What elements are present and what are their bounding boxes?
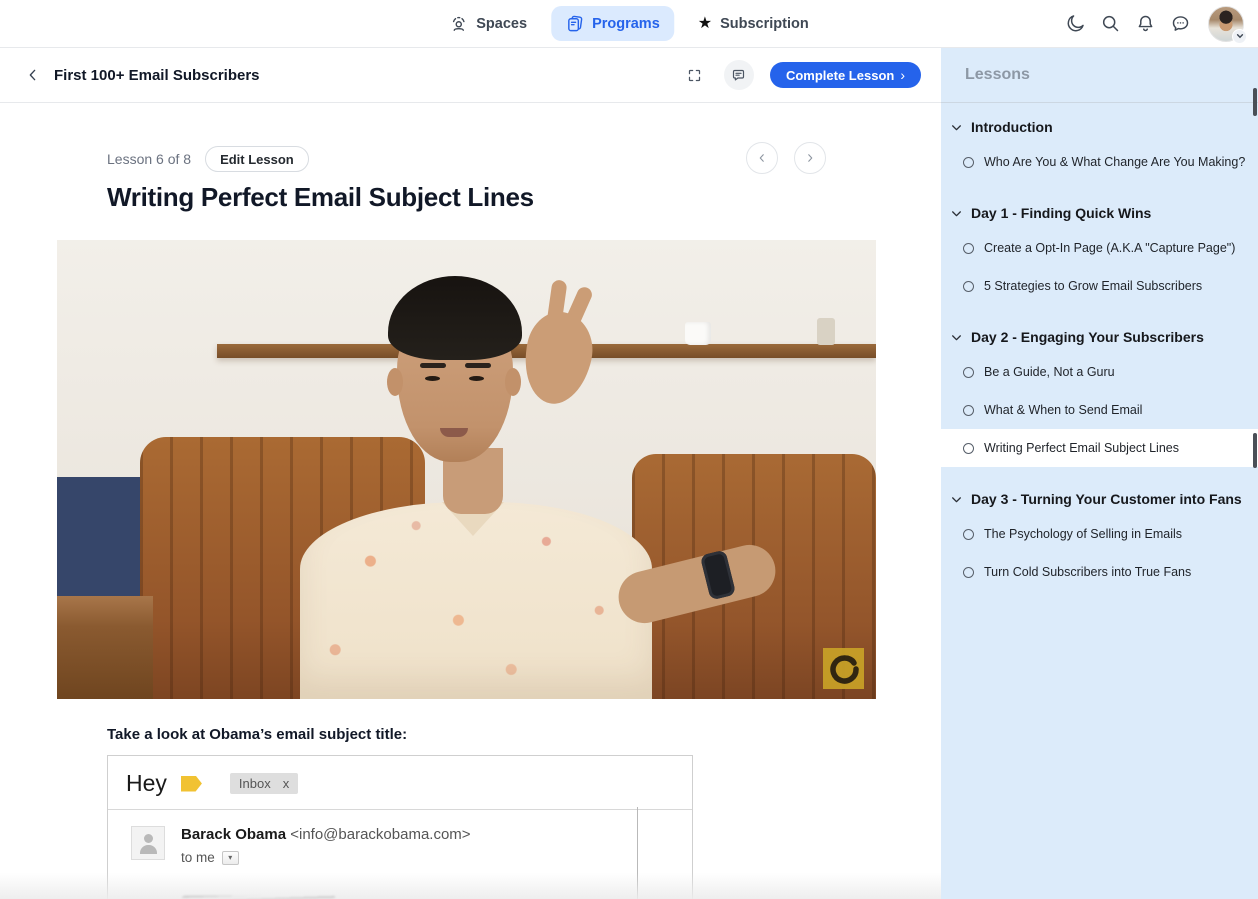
lesson-status-icon <box>963 156 974 168</box>
section-title: Day 3 - Turning Your Customer into Fans <box>971 491 1242 507</box>
sender-email: <info@barackobama.com> <box>290 826 471 843</box>
lesson-pager <box>746 142 826 174</box>
lesson-status-icon <box>963 366 974 378</box>
lesson-item[interactable]: Turn Cold Subscribers into True Fans <box>941 553 1258 591</box>
lesson-section: Day 3 - Turning Your Customer into Fans T… <box>941 483 1258 591</box>
watermark-logo <box>823 648 864 689</box>
chevron-right-icon: › <box>900 67 905 83</box>
scrollbar-thumb[interactable] <box>1253 433 1257 468</box>
section-toggle[interactable]: Day 1 - Finding Quick Wins <box>941 197 1258 229</box>
lesson-status-icon <box>963 404 974 416</box>
lesson-section: Day 1 - Finding Quick Wins Create a Opt-I… <box>941 197 1258 305</box>
lessons-sidebar: Lessons Introduction Who Are You & What C… <box>941 48 1258 899</box>
lesson-content: Lesson 6 of 8 Edit Lesson Writing Perfec… <box>0 103 941 899</box>
lesson-item[interactable]: The Psychology of Selling in Emails <box>941 515 1258 553</box>
course-title: First 100+ Email Subscribers <box>54 66 260 84</box>
lesson-header-bar: First 100+ Email Subscribers Complete Le… <box>0 48 941 103</box>
label-tag-icon <box>180 775 202 792</box>
lesson-item-label: The Psychology of Selling in Emails <box>984 527 1183 541</box>
next-lesson-button[interactable] <box>794 142 826 174</box>
nav-tab-spaces[interactable]: Spaces <box>435 6 541 41</box>
course-lesson-page: { "nav": { "spaces": "Spaces", "programs… <box>0 0 1258 899</box>
lesson-item[interactable]: What & When to Send Email <box>941 391 1258 429</box>
nav-tab-subscription-label: Subscription <box>720 15 809 32</box>
back-icon[interactable] <box>20 62 46 88</box>
lessons-title: Lessons <box>965 66 1030 83</box>
lesson-video[interactable] <box>57 240 876 699</box>
lesson-item-label: Writing Perfect Email Subject Lines <box>984 441 1179 455</box>
lesson-body-heading: Take a look at Obama’s email subject tit… <box>107 726 408 743</box>
edit-lesson-button[interactable]: Edit Lesson <box>205 146 309 172</box>
lessons-list: Introduction Who Are You & What Change Ar… <box>941 103 1258 591</box>
email-subject: Hey <box>126 770 167 796</box>
details-dropdown-icon[interactable]: ▾ <box>221 850 239 865</box>
section-toggle[interactable]: Day 3 - Turning Your Customer into Fans <box>941 483 1258 515</box>
comment-icon[interactable] <box>723 60 754 90</box>
chevron-down-icon <box>952 334 961 340</box>
lesson-item-label: Who Are You & What Change Are You Making… <box>984 155 1246 169</box>
lesson-item[interactable]: Who Are You & What Change Are You Making… <box>941 143 1258 181</box>
nav-tabs: Spaces Programs ★ Subscription <box>435 6 822 41</box>
section-toggle[interactable]: Introduction <box>941 111 1258 143</box>
section-toggle[interactable]: Day 2 - Engaging Your Subscribers <box>941 321 1258 353</box>
scrollbar-thumb[interactable] <box>1253 88 1257 116</box>
complete-lesson-button[interactable]: Complete Lesson › <box>769 62 921 88</box>
section-title: Day 2 - Engaging Your Subscribers <box>971 329 1204 345</box>
chevron-down-icon <box>952 496 961 502</box>
sender-name: Barack Obama <box>181 826 287 843</box>
lesson-status-icon <box>963 242 974 254</box>
lesson-title: Writing Perfect Email Subject Lines <box>107 182 534 212</box>
lesson-status-icon <box>963 566 974 578</box>
section-title: Introduction <box>971 119 1053 135</box>
top-nav: Spaces Programs ★ Subscription <box>0 0 1258 48</box>
inbox-close: x <box>282 776 290 791</box>
lesson-status-icon <box>963 280 974 292</box>
lesson-item-label: What & When to Send Email <box>984 403 1143 417</box>
nav-tab-subscription[interactable]: ★ Subscription <box>684 8 823 40</box>
programs-icon <box>565 14 584 33</box>
lesson-item[interactable]: Create a Opt-In Page (A.K.A "Capture Pag… <box>941 229 1258 267</box>
user-menu[interactable] <box>1208 5 1247 44</box>
email-screenshot: Hey Inbox x Barack Obama <info@barackobam… <box>107 755 693 899</box>
chevron-down-icon <box>952 124 961 130</box>
fullscreen-icon[interactable] <box>682 62 708 88</box>
lesson-item[interactable]: Writing Perfect Email Subject Lines <box>941 429 1258 467</box>
lesson-item-label: 5 Strategies to Grow Email Subscribers <box>984 279 1203 293</box>
nav-tab-spaces-label: Spaces <box>476 15 528 32</box>
lesson-item-label: Turn Cold Subscribers into True Fans <box>984 565 1192 579</box>
lesson-status-icon <box>963 528 974 540</box>
to-line: to me <box>181 850 215 865</box>
lesson-item[interactable]: 5 Strategies to Grow Email Subscribers <box>941 267 1258 305</box>
chevron-down-icon <box>952 210 961 216</box>
lesson-item[interactable]: Be a Guide, Not a Guru <box>941 353 1258 391</box>
lesson-section: Day 2 - Engaging Your Subscribers Be a Gu… <box>941 321 1258 467</box>
lesson-progress: Lesson 6 of 8 <box>107 151 192 167</box>
chevron-down-icon <box>1232 28 1247 44</box>
inbox-badge: Inbox x <box>229 773 299 794</box>
spaces-icon <box>449 14 468 33</box>
lesson-section: Introduction Who Are You & What Change Ar… <box>941 111 1258 181</box>
prev-lesson-button[interactable] <box>746 142 778 174</box>
nav-tab-programs[interactable]: Programs <box>551 6 674 41</box>
lesson-item-label: Be a Guide, Not a Guru <box>984 365 1115 379</box>
nav-tab-programs-label: Programs <box>592 15 660 32</box>
chat-icon[interactable] <box>1169 13 1191 35</box>
section-title: Day 1 - Finding Quick Wins <box>971 205 1152 221</box>
lesson-item-label: Create a Opt-In Page (A.K.A "Capture Pag… <box>984 241 1236 255</box>
lessons-header: Lessons <box>941 48 1258 103</box>
lesson-status-icon <box>963 442 974 454</box>
search-icon[interactable] <box>1099 13 1121 35</box>
star-icon: ★ <box>697 14 713 32</box>
nav-actions <box>1064 5 1247 44</box>
moon-icon[interactable] <box>1064 13 1086 35</box>
sender-avatar <box>131 826 165 860</box>
bell-icon[interactable] <box>1134 13 1156 35</box>
